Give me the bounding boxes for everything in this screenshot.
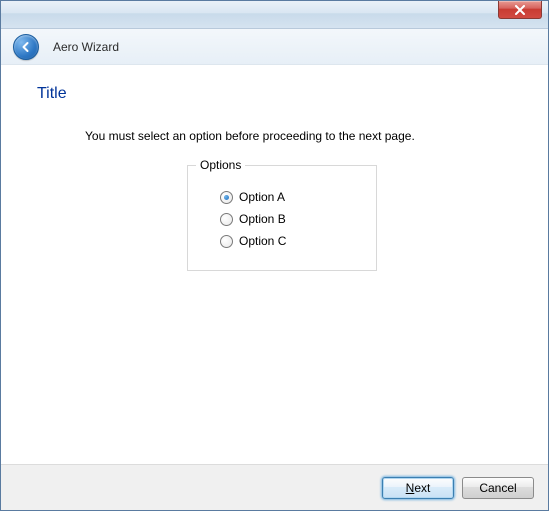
- wizard-content: Title You must select an option before p…: [1, 65, 548, 464]
- close-icon: [514, 5, 526, 15]
- options-legend: Options: [196, 158, 245, 172]
- wizard-window: Aero Wizard Title You must select an opt…: [0, 0, 549, 511]
- page-title: Title: [37, 85, 512, 103]
- next-button[interactable]: Next: [382, 477, 454, 499]
- radio-icon: [220, 235, 233, 248]
- cancel-button[interactable]: Cancel: [462, 477, 534, 499]
- option-a[interactable]: Option A: [220, 190, 362, 204]
- wizard-footer: Next Cancel: [1, 464, 548, 510]
- radio-icon: [220, 213, 233, 226]
- option-b[interactable]: Option B: [220, 212, 362, 226]
- close-button[interactable]: [498, 1, 542, 19]
- wizard-header: Aero Wizard: [1, 29, 548, 65]
- back-button[interactable]: [13, 34, 39, 60]
- option-c[interactable]: Option C: [220, 234, 362, 248]
- option-label: Option C: [239, 234, 286, 248]
- titlebar: [1, 1, 548, 29]
- options-group: Options Option A Option B Option C: [187, 165, 377, 271]
- arrow-left-icon: [19, 40, 33, 54]
- option-label: Option B: [239, 212, 286, 226]
- instruction-text: You must select an option before proceed…: [85, 129, 512, 143]
- wizard-name: Aero Wizard: [53, 40, 119, 54]
- option-label: Option A: [239, 190, 285, 204]
- radio-icon: [220, 191, 233, 204]
